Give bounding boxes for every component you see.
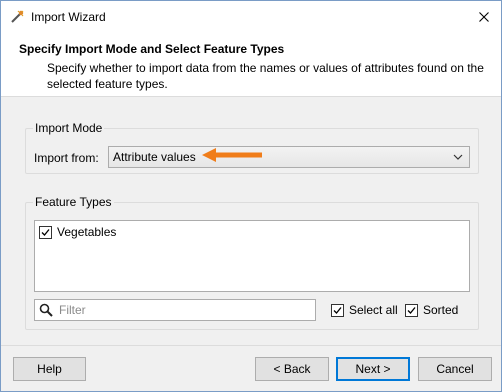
vegetables-checkbox[interactable]: [39, 225, 52, 239]
list-item-label: Vegetables: [57, 225, 117, 239]
arrow-icon: [202, 148, 262, 162]
back-button[interactable]: < Back: [255, 357, 329, 381]
sorted-check[interactable]: [405, 303, 418, 317]
sorted-label: Sorted: [423, 303, 459, 317]
checkmark-icon: [41, 228, 50, 236]
feature-type-list: Vegetables: [34, 220, 470, 292]
import-from-label: Import from:: [34, 151, 99, 165]
import-mode-label: Import Mode: [33, 121, 105, 135]
list-item[interactable]: Vegetables: [39, 225, 116, 239]
filter-field[interactable]: [34, 299, 316, 321]
chevron-down-icon: [453, 154, 463, 160]
wizard-header: Specify Import Mode and Select Feature T…: [1, 32, 501, 97]
sorted-checkbox[interactable]: Sorted: [405, 303, 458, 317]
close-button[interactable]: [467, 1, 501, 32]
window-title: Import Wizard: [31, 9, 106, 24]
checkmark-icon: [407, 306, 416, 314]
help-button[interactable]: Help: [13, 357, 86, 381]
feature-types-group: Feature Types Vegetables Filter Select a…: [25, 195, 479, 330]
cancel-button[interactable]: Cancel: [418, 357, 492, 381]
import-from-value: Attribute values: [113, 150, 196, 164]
feature-types-label: Feature Types: [33, 195, 114, 209]
checkmark-icon: [333, 306, 342, 314]
select-all-check[interactable]: [331, 303, 344, 317]
import-from-select[interactable]: Attribute values: [108, 146, 470, 168]
filter-input[interactable]: [57, 301, 307, 319]
title-bar: Import Wizard: [1, 1, 501, 32]
page-title: Specify Import Mode and Select Feature T…: [19, 42, 285, 56]
select-all-checkbox[interactable]: Select all: [331, 303, 398, 317]
wizard-app-icon: [11, 10, 24, 23]
next-button[interactable]: Next >: [336, 357, 410, 381]
search-icon: [39, 303, 53, 317]
select-all-label: Select all: [349, 303, 398, 317]
import-wizard-window: Import Wizard Specify Import Mode and Se…: [0, 0, 502, 392]
close-icon: [479, 11, 489, 22]
footer-divider: [1, 345, 501, 346]
page-description: Specify whether to import data from the …: [47, 61, 484, 91]
